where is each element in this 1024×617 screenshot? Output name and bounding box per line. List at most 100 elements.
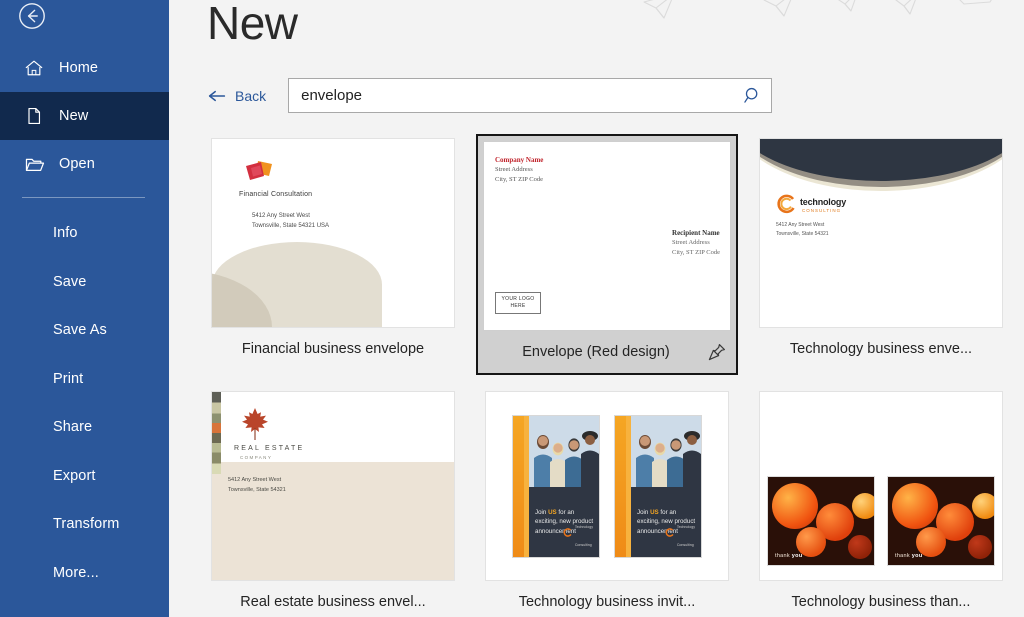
sidebar-item-label: More... [53,564,99,581]
sidebar-item-share[interactable]: Share [0,403,169,452]
home-icon [23,57,45,79]
technology-logo-icon [777,194,795,214]
template-thumbnail: thank you thank you [759,391,1003,581]
sender-street: Street Address [495,166,533,174]
search-box[interactable] [288,78,773,113]
maple-leaf-icon [242,408,268,440]
template-caption: Technology business than... [791,594,971,610]
sidebar-secondary-nav: Info Save Save As Print Share Export Tra… [0,207,169,597]
brand-subtitle: Consulting [676,542,694,547]
sidebar-item-new[interactable]: New [0,92,169,140]
sidebar-item-transform[interactable]: Transform [0,500,169,549]
template-card-financial-business-envelope[interactable]: Financial Consultation 5412 Any Street W… [207,134,459,375]
sidebar-item-save-as[interactable]: Save As [0,306,169,355]
search-input[interactable] [289,79,772,112]
back-circle-button[interactable] [18,2,46,30]
sidebar-divider [22,197,145,198]
address-line-2: Townsville, State 54321 [228,486,286,493]
technology-logo-icon [665,528,674,537]
team-photo [631,415,701,490]
brand-logo-block: Technology Consulting [665,515,695,551]
technology-logo-icon [563,528,572,537]
team-photo [529,415,599,490]
brand-logo-block: Technology Consulting [563,515,593,551]
template-thumbnail: REAL ESTATE COMPANY 5412 Any Street West… [211,391,455,581]
sender-name: Company Name [495,156,544,164]
search-row: Back [207,78,783,113]
folder-open-icon [23,153,45,175]
sidebar-item-label: Open [59,156,95,172]
sender-block: Company Name Street Address City, ST ZIP… [495,155,543,184]
brand-name: technology [800,197,847,207]
logo-line-2: HERE [510,303,526,309]
msg-emphasis: US [650,508,659,516]
color-stripe [212,392,221,474]
template-caption: Technology business invit... [518,594,696,610]
brand-subtitle: Consulting [574,542,592,547]
template-card-technology-business-thank-you[interactable]: thank you thank you Technology business … [755,387,1007,617]
thank-pre: thank [775,553,792,559]
template-company-name: Financial Consultation [239,191,313,198]
msg-emphasis: US [548,508,557,516]
backstage-sidebar: Home New Open Info Save Save As Print Sh… [0,0,169,617]
thank-you-text: thank you [895,553,922,559]
template-card-real-estate-business-envelope[interactable]: REAL ESTATE COMPANY 5412 Any Street West… [207,387,459,617]
sidebar-item-open[interactable]: Open [0,140,169,188]
brand-subtitle: CONSULTING [802,208,842,213]
msg-pre: Join [535,508,549,516]
brand-name: REAL ESTATE [234,445,305,452]
address-line-1: 5412 Any Street West [776,222,825,228]
search-button[interactable] [741,84,765,108]
back-link[interactable]: Back [207,88,266,104]
template-card-technology-business-envelope[interactable]: technology CONSULTING 5412 Any Street We… [755,134,1007,375]
backstage-main: New Back envelope Financial Consultation… [169,0,1024,617]
template-card-envelope-red-design[interactable]: Company Name Street Address City, ST ZIP… [476,134,738,375]
sidebar-item-label: Print [53,370,84,387]
sidebar-item-label: Save As [53,322,107,339]
template-caption: Envelope (Red design) [522,344,670,360]
sidebar-item-print[interactable]: Print [0,355,169,404]
brand-name: Technology [676,524,695,529]
template-address: 5412 Any Street West Townsville, State 5… [776,221,829,239]
swoosh-decoration [760,139,1002,197]
sidebar-item-label: Save [53,273,87,290]
sidebar-item-save[interactable]: Save [0,258,169,307]
recipient-block: Recipient Name Street Address City, ST Z… [672,228,720,257]
address-line-2: Townsville, State 54321 USA [252,222,330,229]
sidebar-item-info[interactable]: Info [0,209,169,258]
invitation-preview-back: Join US for an exciting, new product ann… [614,414,702,558]
sender-city: City, ST ZIP Code [495,175,543,183]
recipient-street: Street Address [672,239,710,247]
template-caption-row: Envelope (Red design) [483,331,731,373]
back-circle-arrow-icon [19,3,45,29]
thank-pre: thank [895,553,912,559]
template-thumbnail: Financial Consultation 5412 Any Street W… [211,138,455,328]
template-caption: Financial business envelope [241,341,425,357]
sidebar-item-more[interactable]: More... [0,549,169,598]
brand-subtitle: COMPANY [240,455,273,460]
back-link-label: Back [235,87,267,104]
invitation-preview-front: Join US for an exciting, new product ann… [512,414,600,558]
msg-pre: Join [637,508,651,516]
recipient-city: City, ST ZIP Code [672,248,720,256]
template-caption: Real estate business envel... [240,594,426,610]
sidebar-item-label: Home [59,60,99,76]
sidebar-item-export[interactable]: Export [0,452,169,501]
pin-icon[interactable] [707,342,727,362]
sidebar-item-label: New [59,108,89,124]
thank-you-preview-front: thank you [767,476,875,566]
sidebar-item-home[interactable]: Home [0,44,169,92]
template-card-technology-business-invitation[interactable]: Join US for an exciting, new product ann… [481,387,733,617]
logo-line-1: YOUR LOGO [501,296,535,303]
template-grid: Financial Consultation 5412 Any Street W… [207,134,1007,617]
brand-name: Technology [574,524,593,529]
sidebar-item-label: Info [53,225,78,242]
thank-emphasis: you [911,553,923,559]
sidebar-item-label: Transform [53,516,120,533]
financial-logo-icon [246,161,272,180]
template-address: 5412 Any Street West Townsville, State 5… [252,212,329,231]
template-thumbnail: Join US for an exciting, new product ann… [485,391,729,581]
search-icon [744,87,758,103]
template-thumbnail: technology CONSULTING 5412 Any Street We… [759,138,1003,328]
document-icon [23,105,45,127]
